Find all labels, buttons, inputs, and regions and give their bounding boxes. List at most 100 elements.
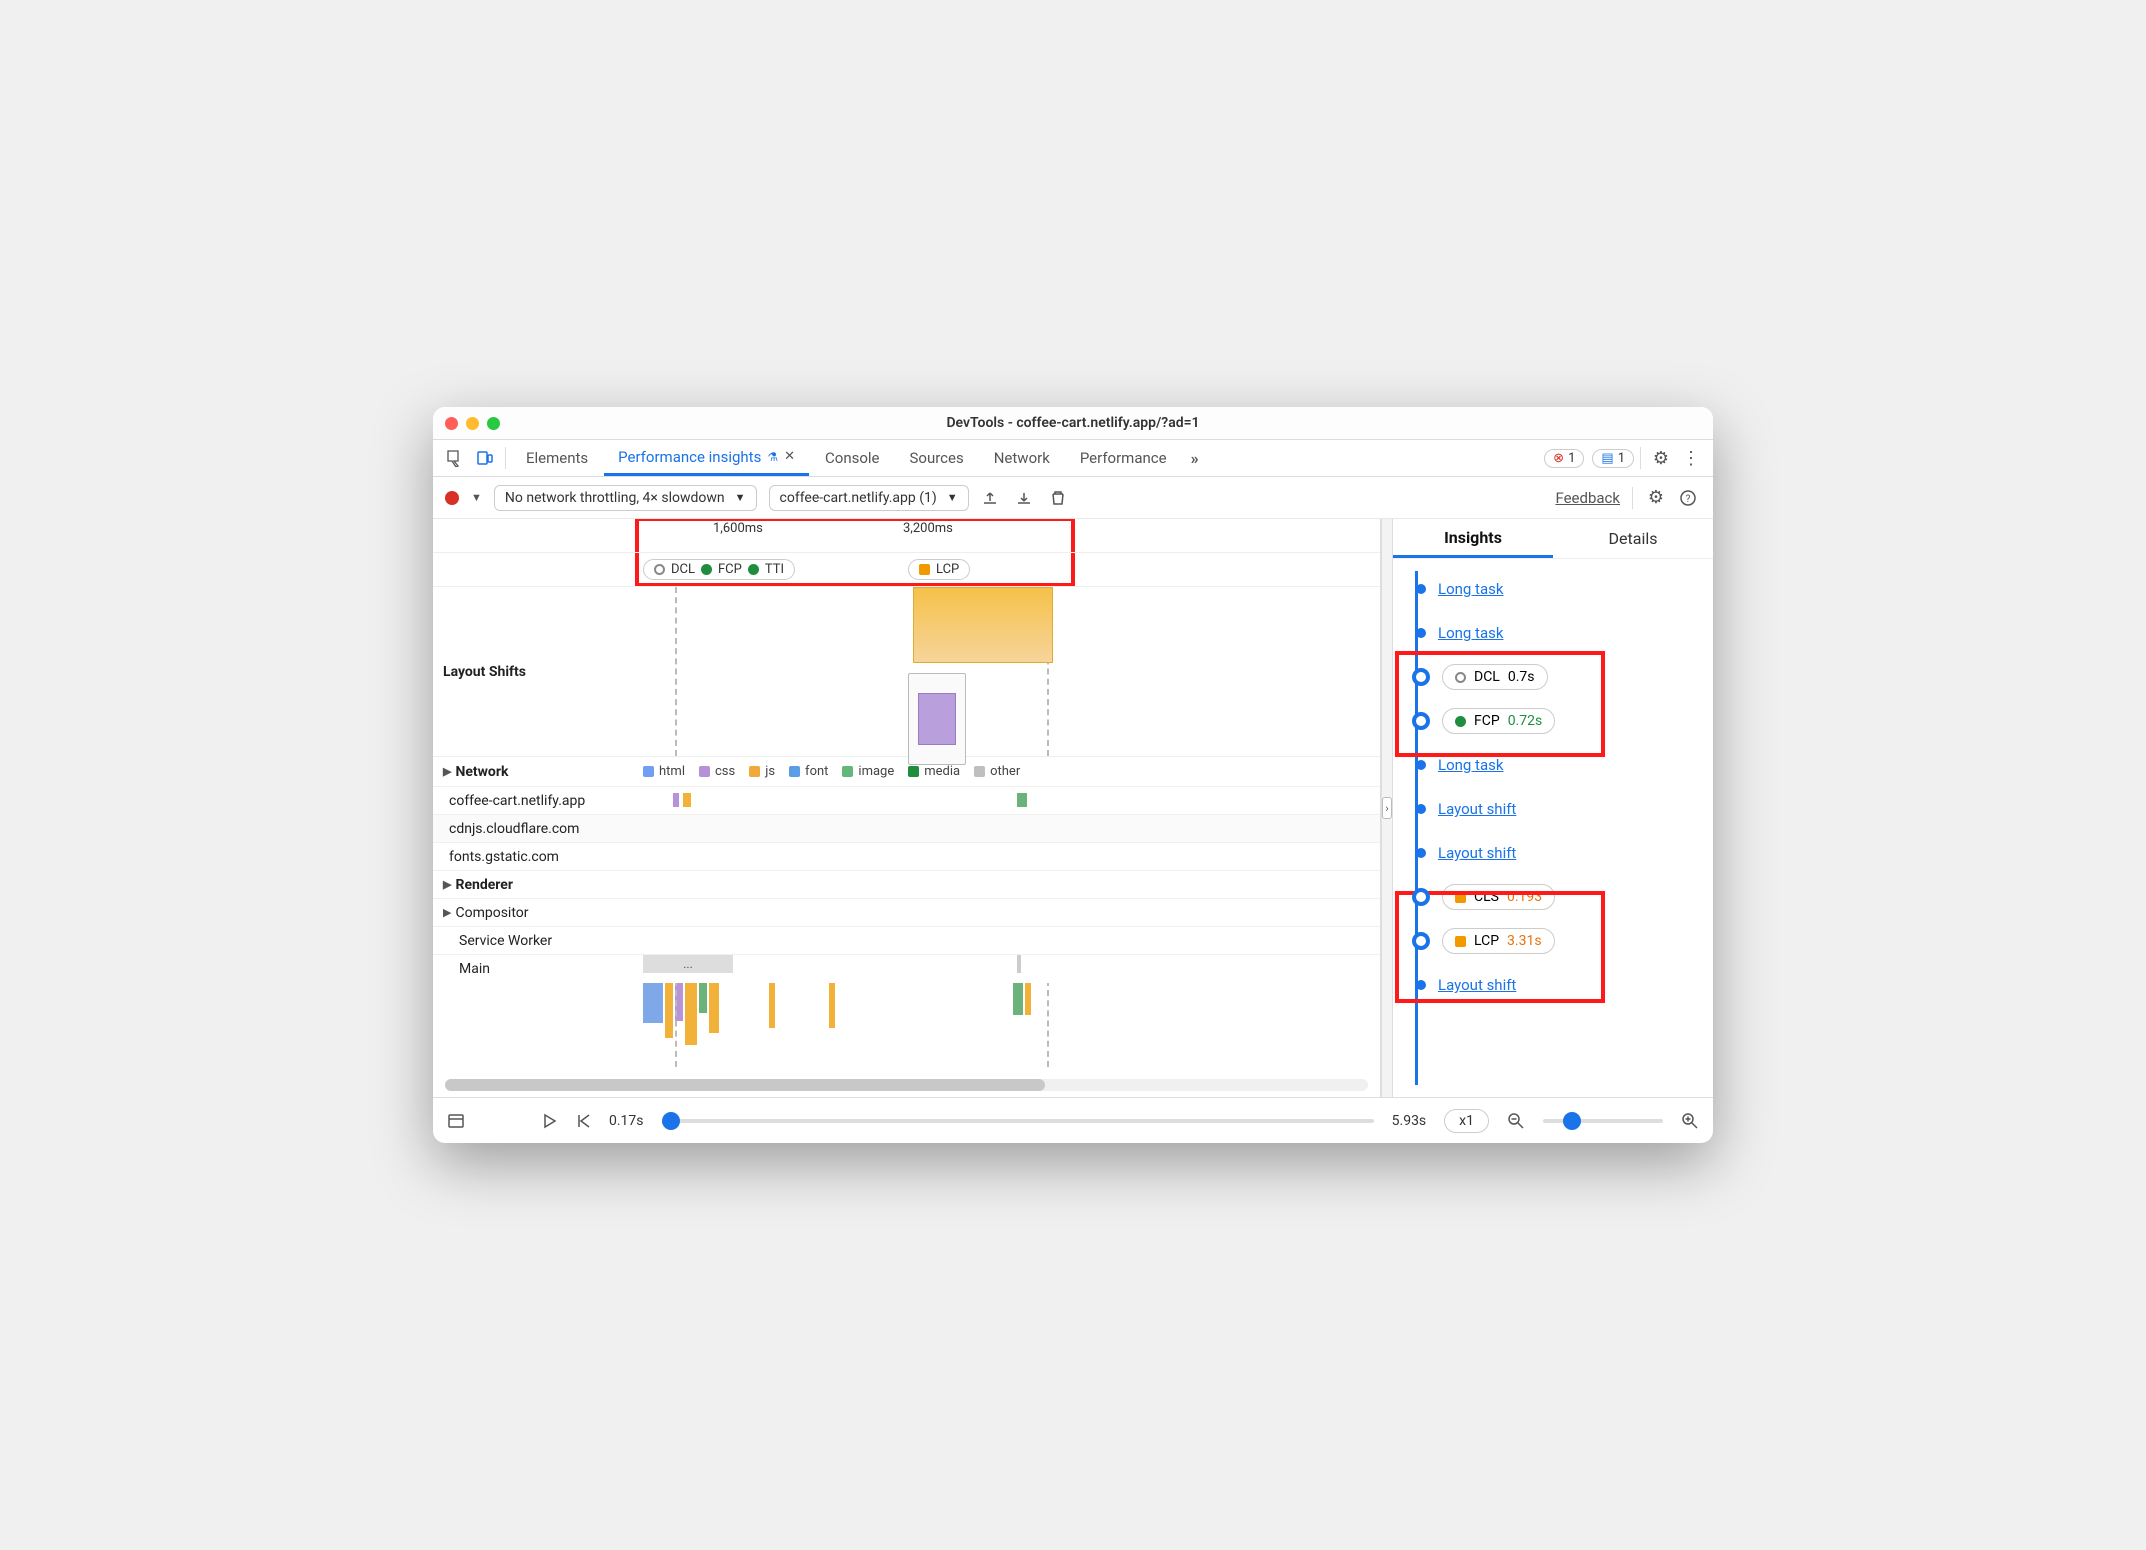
network-host-row[interactable]: cdnjs.cloudflare.com bbox=[433, 815, 1380, 843]
timeline-node-small bbox=[1416, 848, 1426, 858]
tab-elements[interactable]: Elements bbox=[512, 440, 602, 476]
tab-performance-insights[interactable]: Performance insights ⚗ ✕ bbox=[604, 440, 809, 476]
network-host-row[interactable]: fonts.gstatic.com bbox=[433, 843, 1380, 871]
insight-metric-row[interactable]: CLS0.193 bbox=[1399, 875, 1701, 919]
zoom-in-icon[interactable] bbox=[1681, 1112, 1699, 1130]
tab-label: Sources bbox=[910, 449, 964, 467]
row-label: Service Worker bbox=[433, 933, 643, 949]
insight-metric-row[interactable]: LCP 3.31s bbox=[1399, 919, 1701, 963]
metric-value: 3.31s bbox=[1507, 933, 1542, 949]
playback-speed[interactable]: x1 bbox=[1444, 1109, 1489, 1133]
scrollbar-thumb[interactable] bbox=[445, 1079, 1045, 1091]
playback-slider[interactable] bbox=[662, 1119, 1374, 1123]
tab-console[interactable]: Console bbox=[811, 440, 894, 476]
tab-details[interactable]: Details bbox=[1553, 521, 1713, 556]
timeline-node-large bbox=[1412, 888, 1430, 906]
record-button[interactable] bbox=[445, 491, 459, 505]
download-icon[interactable] bbox=[1015, 489, 1037, 507]
insight-link[interactable]: Long task bbox=[1438, 756, 1503, 774]
main-thread-row[interactable]: Main ... bbox=[433, 955, 1380, 983]
error-badge[interactable]: ⊗ 1 bbox=[1544, 449, 1584, 468]
legend-label: media bbox=[924, 764, 960, 779]
insight-metric-row[interactable]: DCL0.7s bbox=[1399, 655, 1701, 699]
legend-label: html bbox=[659, 764, 685, 779]
titlebar: DevTools - coffee-cart.netlify.app/?ad=1 bbox=[433, 407, 1713, 439]
task-block[interactable]: ... bbox=[643, 955, 733, 973]
page-select[interactable]: coffee-cart.netlify.app (1) ▼ bbox=[769, 485, 969, 511]
task-block[interactable] bbox=[1017, 955, 1021, 973]
metric-name: DCL bbox=[1474, 669, 1500, 685]
service-worker-row[interactable]: Service Worker bbox=[433, 927, 1380, 955]
message-badge[interactable]: ▤ 1 bbox=[1592, 449, 1634, 468]
drawer-toggle-icon[interactable] bbox=[447, 1112, 465, 1130]
panel-settings-gear-icon[interactable]: ⚙ bbox=[1645, 487, 1667, 508]
flame-chart[interactable] bbox=[433, 983, 1380, 1073]
metric-pill[interactable]: CLS0.193 bbox=[1442, 884, 1555, 910]
horizontal-scrollbar[interactable] bbox=[445, 1079, 1368, 1091]
upload-icon[interactable] bbox=[981, 489, 1003, 507]
tab-network[interactable]: Network bbox=[980, 440, 1064, 476]
filmstrip-thumbnail[interactable] bbox=[908, 673, 966, 765]
more-tabs-button[interactable]: » bbox=[1183, 449, 1207, 468]
legend-label: js bbox=[765, 764, 775, 779]
host-track bbox=[643, 815, 1380, 842]
network-section-header[interactable]: ▶Network htmlcssjsfontimagemediaother bbox=[433, 757, 1380, 787]
insight-link-row[interactable]: Layout shift bbox=[1399, 787, 1701, 831]
layout-shift-bar[interactable] bbox=[913, 587, 1053, 663]
metric-name: LCP bbox=[1474, 933, 1499, 949]
help-icon[interactable]: ? bbox=[1679, 489, 1701, 507]
rewind-button[interactable] bbox=[575, 1113, 591, 1129]
divider bbox=[1640, 447, 1641, 469]
insight-link[interactable]: Layout shift bbox=[1438, 800, 1516, 818]
inspect-icon[interactable] bbox=[441, 449, 469, 467]
slider-knob[interactable] bbox=[1563, 1112, 1581, 1130]
main-thread-track: ... bbox=[643, 955, 1380, 983]
delete-icon[interactable] bbox=[1049, 489, 1071, 507]
throttling-label: No network throttling, 4× slowdown bbox=[505, 490, 725, 506]
tab-sources[interactable]: Sources bbox=[896, 440, 978, 476]
tab-label: Performance bbox=[1080, 449, 1167, 467]
metric-pill[interactable]: DCL0.7s bbox=[1442, 664, 1548, 690]
insight-link[interactable]: Layout shift bbox=[1438, 976, 1516, 994]
fcp-dot-icon bbox=[701, 564, 712, 575]
insight-metric-row[interactable]: FCP0.72s bbox=[1399, 699, 1701, 743]
metric-pill[interactable]: FCP0.72s bbox=[1442, 708, 1555, 734]
insight-link-row[interactable]: Long task bbox=[1399, 743, 1701, 787]
svg-text:?: ? bbox=[1686, 494, 1691, 505]
compositor-row[interactable]: ▶Compositor bbox=[433, 899, 1380, 927]
insight-link[interactable]: Long task bbox=[1438, 580, 1503, 598]
insight-link-row[interactable]: Layout shift bbox=[1399, 831, 1701, 875]
legend-item: html bbox=[643, 764, 685, 779]
insight-link[interactable]: Long task bbox=[1438, 624, 1503, 642]
close-tab-icon[interactable]: ✕ bbox=[784, 449, 795, 464]
zoom-out-icon[interactable] bbox=[1507, 1112, 1525, 1130]
insight-link-row[interactable]: Long task bbox=[1399, 567, 1701, 611]
metric-icon bbox=[1455, 716, 1466, 727]
panel-resizer[interactable]: › bbox=[1381, 519, 1393, 1097]
feedback-link[interactable]: Feedback bbox=[1555, 489, 1620, 507]
network-hosts: coffee-cart.netlify.appcdnjs.cloudflare.… bbox=[433, 787, 1380, 871]
marker-pill-lcp[interactable]: LCP bbox=[908, 559, 970, 580]
timeline-node-small bbox=[1416, 628, 1426, 638]
tab-insights[interactable]: Insights bbox=[1393, 520, 1553, 558]
slider-knob[interactable] bbox=[662, 1112, 680, 1130]
throttling-select[interactable]: No network throttling, 4× slowdown ▼ bbox=[494, 485, 757, 511]
marker-pill-left[interactable]: DCL FCP TTI bbox=[643, 559, 795, 580]
zoom-slider[interactable] bbox=[1543, 1119, 1663, 1123]
device-toggle-icon[interactable] bbox=[471, 449, 499, 467]
layout-shifts-label: Layout Shifts bbox=[433, 664, 643, 680]
settings-gear-icon[interactable]: ⚙ bbox=[1647, 448, 1675, 469]
insight-link-row[interactable]: Layout shift bbox=[1399, 963, 1701, 1007]
metric-name: FCP bbox=[1474, 713, 1500, 729]
insight-link-row[interactable]: Long task bbox=[1399, 611, 1701, 655]
renderer-section-header[interactable]: ▶Renderer bbox=[433, 871, 1380, 899]
tab-performance[interactable]: Performance bbox=[1066, 440, 1181, 476]
kebab-menu-icon[interactable]: ⋮ bbox=[1677, 448, 1705, 469]
time-guide bbox=[675, 983, 677, 1067]
play-button[interactable] bbox=[541, 1113, 557, 1129]
record-dropdown-icon[interactable]: ▼ bbox=[471, 491, 482, 504]
metric-name: CLS bbox=[1474, 889, 1499, 905]
network-host-row[interactable]: coffee-cart.netlify.app bbox=[433, 787, 1380, 815]
metric-pill[interactable]: LCP 3.31s bbox=[1442, 928, 1555, 954]
insight-link[interactable]: Layout shift bbox=[1438, 844, 1516, 862]
